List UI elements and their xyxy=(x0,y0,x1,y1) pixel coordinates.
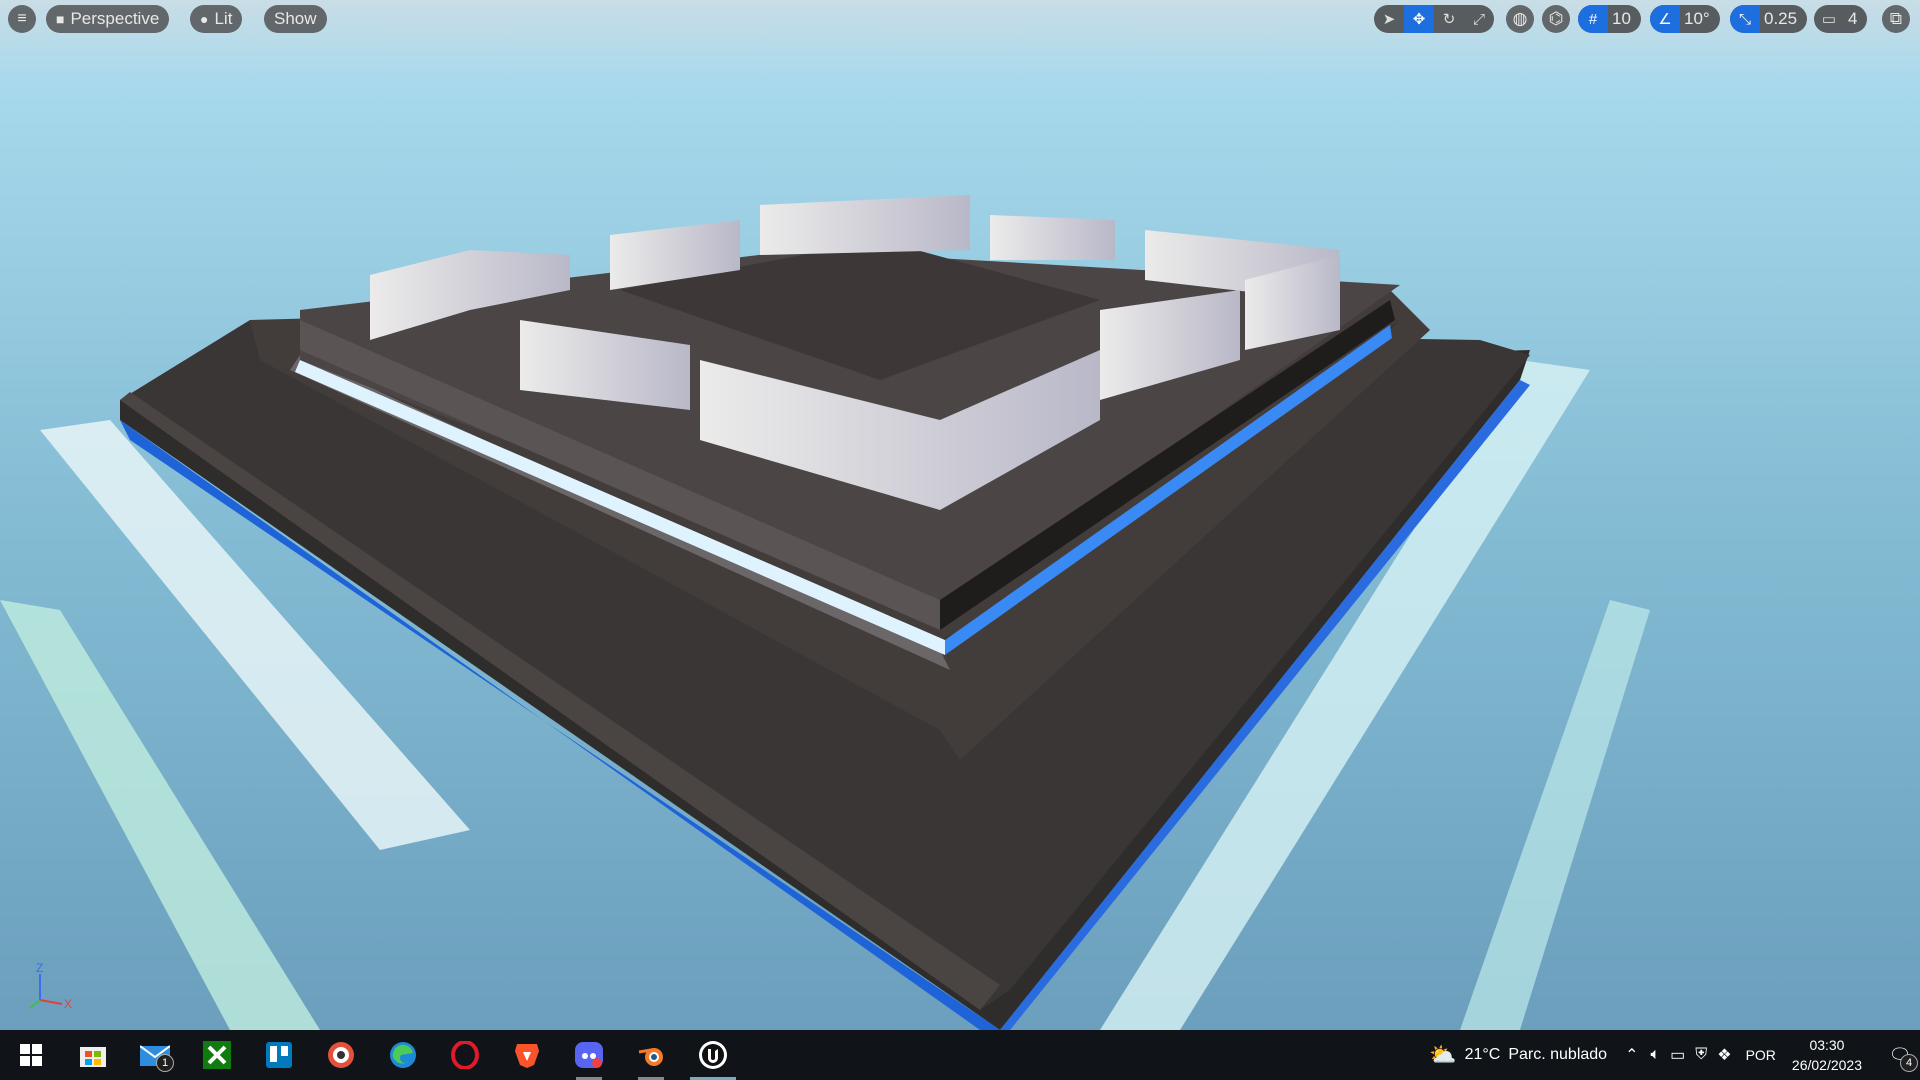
blender-icon xyxy=(638,1048,663,1066)
show-button[interactable]: Show xyxy=(264,5,327,33)
scale-tool-button[interactable]: ⤢ xyxy=(1464,5,1494,33)
camera-speed-control[interactable]: ▭ 4 xyxy=(1814,5,1868,33)
store-icon xyxy=(80,1047,106,1067)
mail-badge: 1 xyxy=(156,1054,174,1072)
rotate-icon: ↻ xyxy=(1442,11,1456,28)
camera-icon: ▭ xyxy=(1821,11,1837,28)
brave-icon xyxy=(515,1044,539,1068)
globe-icon: ◍ xyxy=(1512,9,1528,28)
opera-icon xyxy=(451,1041,479,1069)
angle-icon: ∠ xyxy=(1650,5,1680,33)
xbox-icon xyxy=(203,1041,231,1069)
weather-temp: 21°C xyxy=(1464,1046,1501,1063)
move-icon: ✥ xyxy=(1412,11,1426,28)
mail-button[interactable]: 1 xyxy=(124,1030,186,1080)
chevron-up-icon[interactable]: ⌃ xyxy=(1625,1045,1638,1065)
notification-badge: 4 xyxy=(1900,1054,1918,1072)
volume-icon[interactable]: 🔈︎ xyxy=(1650,1046,1660,1064)
windows-taskbar: 1 ⛅ 21°C Parc. nublado ⌃ 🔈︎ ▭ ⛨ ❖ POR 03… xyxy=(0,1030,1920,1080)
maximize-icon: ⧉ xyxy=(1889,9,1903,28)
camera-speed-value: 4 xyxy=(1848,9,1858,28)
clock-date: 26/02/2023 xyxy=(1791,1057,1862,1073)
opera-button[interactable] xyxy=(434,1030,496,1080)
language-indicator[interactable]: POR xyxy=(1746,1047,1776,1063)
rotate-tool-button[interactable]: ↻ xyxy=(1434,5,1464,33)
snap-icon: ⌬ xyxy=(1548,9,1564,28)
lit-label: Lit xyxy=(214,9,233,28)
brave-button[interactable] xyxy=(496,1030,558,1080)
clock[interactable]: 03:30 26/02/2023 xyxy=(1792,1035,1862,1075)
rotation-snap-value: 10° xyxy=(1684,9,1710,28)
world-local-button[interactable]: ◍ xyxy=(1506,5,1534,33)
scale-icon: ⤢ xyxy=(1472,10,1485,28)
perspective-button[interactable]: ■ Perspective xyxy=(46,5,170,33)
unreal-icon xyxy=(699,1041,727,1069)
rotation-snap-control[interactable]: ∠ 10° xyxy=(1650,5,1720,33)
partly-cloudy-icon: ⛅ xyxy=(1429,1042,1457,1067)
dropbox-icon[interactable]: ❖ xyxy=(1717,1045,1731,1065)
windows-icon xyxy=(20,1044,42,1066)
start-button[interactable] xyxy=(0,1030,62,1080)
blender-button[interactable] xyxy=(620,1030,682,1080)
hamburger-icon: ≡ xyxy=(17,10,27,27)
discord-icon xyxy=(575,1042,603,1068)
notifications-button[interactable]: 🗨︎ 4 xyxy=(1880,1030,1920,1080)
security-icon[interactable]: ⛨ xyxy=(1695,1046,1707,1064)
clock-time: 03:30 xyxy=(1809,1037,1845,1053)
unreal-engine-button[interactable] xyxy=(682,1030,744,1080)
scene-render xyxy=(0,0,1920,1030)
scale-snap-value: 0.25 xyxy=(1764,9,1798,28)
axis-gizmo: Z X xyxy=(29,961,72,1011)
translate-tool-button[interactable]: ✥ xyxy=(1404,5,1434,33)
scale-snap-control[interactable]: ⤡ 0.25 xyxy=(1730,5,1808,33)
axis-z-label: Z xyxy=(36,961,43,975)
microsoft-store-button[interactable] xyxy=(62,1030,124,1080)
edge-icon xyxy=(390,1042,416,1068)
weather-desc: Parc. nublado xyxy=(1508,1046,1608,1063)
weather-widget[interactable]: ⛅ 21°C Parc. nublado xyxy=(1429,1042,1607,1068)
media-player-button[interactable] xyxy=(310,1030,372,1080)
edge-button[interactable] xyxy=(372,1030,434,1080)
axis-x-label: X xyxy=(64,997,72,1011)
discord-button[interactable] xyxy=(558,1030,620,1080)
cube-icon: ■ xyxy=(56,11,65,27)
show-label: Show xyxy=(274,9,317,28)
grid-icon: # xyxy=(1578,5,1608,33)
network-icon[interactable]: ▭ xyxy=(1670,1045,1685,1065)
viewport-menu-button[interactable]: ≡ xyxy=(8,5,36,33)
scale-snap-icon: ⤡ xyxy=(1730,5,1760,33)
system-tray: ⛅ 21°C Parc. nublado ⌃ 🔈︎ ▭ ⛨ ❖ POR 03:3… xyxy=(1429,1030,1920,1080)
perspective-label: Perspective xyxy=(70,9,160,28)
select-tool-button[interactable]: ➤ xyxy=(1374,5,1404,33)
trello-icon xyxy=(266,1042,292,1068)
media-icon xyxy=(328,1042,354,1068)
grid-snap-value: 10 xyxy=(1612,9,1631,28)
trello-button[interactable] xyxy=(248,1030,310,1080)
cursor-icon: ➤ xyxy=(1382,11,1396,28)
surface-snap-button[interactable]: ⌬ xyxy=(1542,5,1570,33)
sphere-icon: ● xyxy=(200,11,209,27)
grid-snap-control[interactable]: # 10 xyxy=(1578,5,1641,33)
transform-tools: ➤ ✥ ↻ ⤢ xyxy=(1374,5,1494,33)
maximize-viewport-button[interactable]: ⧉ xyxy=(1882,5,1910,33)
xbox-button[interactable] xyxy=(186,1030,248,1080)
level-viewport[interactable]: ≡ ■ Perspective ● Lit Show ➤ ✥ ↻ ⤢ ◍ ⌬ #… xyxy=(0,0,1920,1030)
lit-button[interactable]: ● Lit xyxy=(190,5,243,33)
